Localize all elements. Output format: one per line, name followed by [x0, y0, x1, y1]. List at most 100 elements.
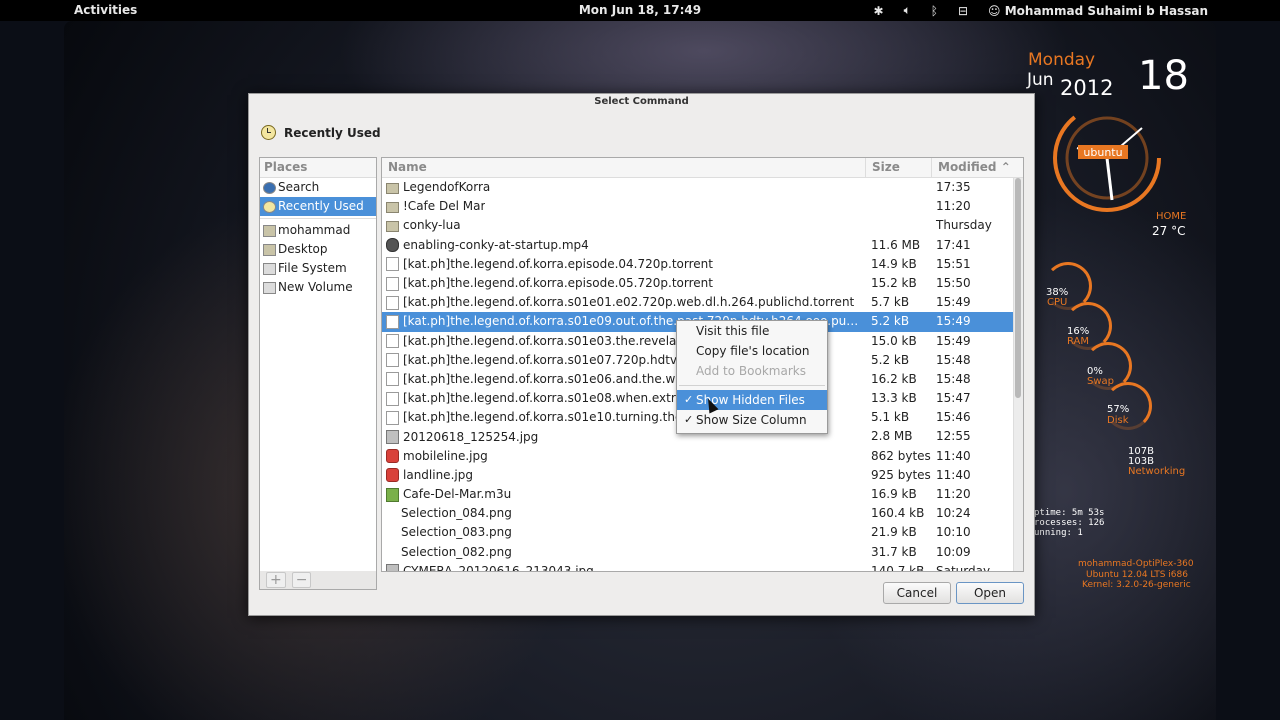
file-row[interactable]: [kat.ph]the.legend.of.korra.episode.04.7… — [382, 255, 1023, 274]
img-file-icon — [386, 430, 399, 445]
file-row[interactable]: landline.jpg 925 bytes 11:40 — [382, 466, 1023, 485]
file-size: 21.9 kB — [871, 525, 917, 540]
file-size — [863, 178, 930, 197]
file-size: 160.4 kB — [871, 506, 925, 521]
menu-item[interactable]: Visit this file — [677, 321, 827, 341]
file-modified: Thursday — [936, 218, 992, 233]
file-modified: 15:48 — [936, 352, 971, 367]
file-size: 140.7 kB — [871, 563, 925, 572]
bluetooth-icon[interactable]: ᛒ — [931, 4, 938, 18]
places-item[interactable]: mohammad — [260, 221, 376, 240]
file-name-cell: [kat.ph]the.legend.of.korra.s01e01.e02.7… — [382, 293, 863, 312]
file-name-cell: !Cafe Del Mar — [382, 197, 863, 216]
file-name: [kat.ph]the.legend.of.korra.s01e01.e02.7… — [403, 295, 855, 310]
file-modified: 12:55 — [936, 429, 971, 444]
clock-icon — [263, 201, 276, 213]
location-bar: Recently Used — [261, 125, 381, 140]
file-row[interactable]: conky-lua Thursday — [382, 216, 1023, 235]
select-command-dialog: Select Command Recently Used Places Sear… — [248, 93, 1035, 616]
places-item[interactable]: File System — [260, 259, 376, 278]
user-icon: ☺ — [988, 3, 1005, 18]
column-modified[interactable]: Modified ⌃ — [931, 158, 1018, 177]
file-row[interactable]: enabling-conky-at-startup.mp4 11.6 MB 17:4… — [382, 236, 1023, 255]
file-size: 862 bytes — [871, 448, 931, 463]
doc-file-icon — [386, 276, 399, 291]
doc-file-icon — [386, 295, 399, 310]
network-icon[interactable]: ⊟ — [958, 4, 968, 18]
menu-item: Add to Bookmarks — [677, 361, 827, 381]
file-name: mobileline.jpg — [403, 448, 488, 463]
doc-file-icon — [386, 334, 399, 349]
user-menu[interactable]: ☺ Mohammad Suhaimi b Hassan — [988, 4, 1208, 18]
places-item-label: Search — [278, 180, 320, 194]
file-size: 16.9 kB — [871, 487, 917, 501]
file-size: 5.1 kB — [871, 410, 910, 425]
places-item[interactable]: Recently Used — [260, 197, 376, 216]
file-name: [kat.ph]the.legend.of.korra.s01e07.720p.… — [403, 352, 688, 367]
file-modified: 15:47 — [936, 391, 971, 406]
file-size: 11.6 MB — [871, 237, 921, 252]
menu-separator — [679, 385, 825, 386]
file-row[interactable]: CYMERA_20120616_213043.jpg 140.7 kB Saturd… — [382, 562, 1023, 572]
menu-item[interactable]: ✓ Show Hidden Files — [677, 390, 827, 410]
places-item-label: Recently Used — [278, 199, 364, 213]
search-icon — [263, 182, 276, 194]
file-list-scrollbar[interactable] — [1013, 178, 1023, 571]
column-name[interactable]: Name — [382, 158, 865, 177]
column-size[interactable]: Size — [865, 158, 931, 177]
file-modified: 15:50 — [936, 275, 971, 290]
file-row[interactable]: Selection_082.png 31.7 kB 10:09 — [382, 543, 1023, 562]
menu-item-label: Copy file's location — [696, 344, 810, 358]
file-name: Cafe-Del-Mar.m3u — [403, 487, 512, 502]
menu-item[interactable]: Copy file's location — [677, 341, 827, 361]
scrollbar-thumb[interactable] — [1015, 178, 1021, 398]
accessibility-icon[interactable]: ✱ — [874, 4, 884, 18]
remove-bookmark-button[interactable]: − — [291, 572, 312, 588]
file-modified: Saturday — [936, 563, 991, 572]
places-item[interactable]: New Volume — [260, 278, 376, 297]
file-name: CYMERA_20120616_213043.jpg — [403, 563, 594, 572]
file-name: Selection_084.png — [401, 506, 512, 521]
file-size: 15.0 kB — [871, 333, 917, 348]
file-row[interactable]: LegendofKorra 17:35 — [382, 178, 1023, 197]
file-row[interactable]: Cafe-Del-Mar.m3u 16.9 kB 11:20 — [382, 485, 1023, 504]
file-name: Selection_082.png — [401, 544, 512, 559]
file-name-cell: conky-lua — [382, 216, 863, 235]
file-row[interactable]: [kat.ph]the.legend.of.korra.episode.05.7… — [382, 274, 1023, 293]
file-name: !Cafe Del Mar — [403, 199, 486, 214]
file-row[interactable]: !Cafe Del Mar 11:20 — [382, 197, 1023, 216]
doc-file-icon — [386, 257, 399, 272]
folder-file-icon — [386, 201, 399, 213]
doc-file-icon — [386, 372, 399, 387]
places-list: Search Recently Used mohammad Desktop File S… — [260, 178, 376, 297]
file-modified: 17:35 — [936, 180, 971, 194]
places-item[interactable]: Desktop — [260, 240, 376, 259]
places-pane: Places Search Recently Used mohammad Deskto… — [259, 157, 377, 572]
file-modified: 11:40 — [936, 448, 971, 463]
phone-file-icon — [386, 449, 399, 464]
file-size: 925 bytes — [871, 467, 931, 482]
file-modified: 10:24 — [936, 506, 971, 521]
drive-icon — [263, 282, 276, 294]
places-item[interactable]: Search — [260, 178, 376, 197]
context-menu: Visit this file Copy file's location Add t… — [676, 320, 828, 434]
file-name: Selection_083.png — [401, 525, 512, 540]
menu-item[interactable]: ✓ Show Size Column — [677, 410, 827, 430]
open-button[interactable]: Open — [956, 582, 1024, 604]
file-row[interactable]: Selection_084.png 160.4 kB 10:24 — [382, 504, 1023, 523]
file-size: 31.7 kB — [871, 544, 917, 559]
file-name-cell: CYMERA_20120616_213043.jpg — [382, 562, 863, 572]
file-row[interactable]: [kat.ph]the.legend.of.korra.s01e01.e02.7… — [382, 293, 1023, 312]
volume-icon[interactable]: 🔈︎ — [904, 3, 911, 18]
places-header: Places — [260, 158, 376, 178]
blank-file-icon — [386, 527, 397, 539]
recent-clock-icon — [261, 125, 276, 140]
blank-file-icon — [386, 508, 397, 520]
file-name-cell: Cafe-Del-Mar.m3u — [382, 485, 863, 504]
top-panel: Activities Mon Jun 18, 17:49 ✱ 🔈︎ ᛒ ⊟ ☺ … — [0, 0, 1280, 21]
cancel-button[interactable]: Cancel — [883, 582, 951, 604]
file-modified: 17:41 — [936, 237, 971, 252]
file-row[interactable]: Selection_083.png 21.9 kB 10:10 — [382, 523, 1023, 542]
add-bookmark-button[interactable]: + — [266, 572, 286, 588]
file-row[interactable]: mobileline.jpg 862 bytes 11:40 — [382, 447, 1023, 466]
